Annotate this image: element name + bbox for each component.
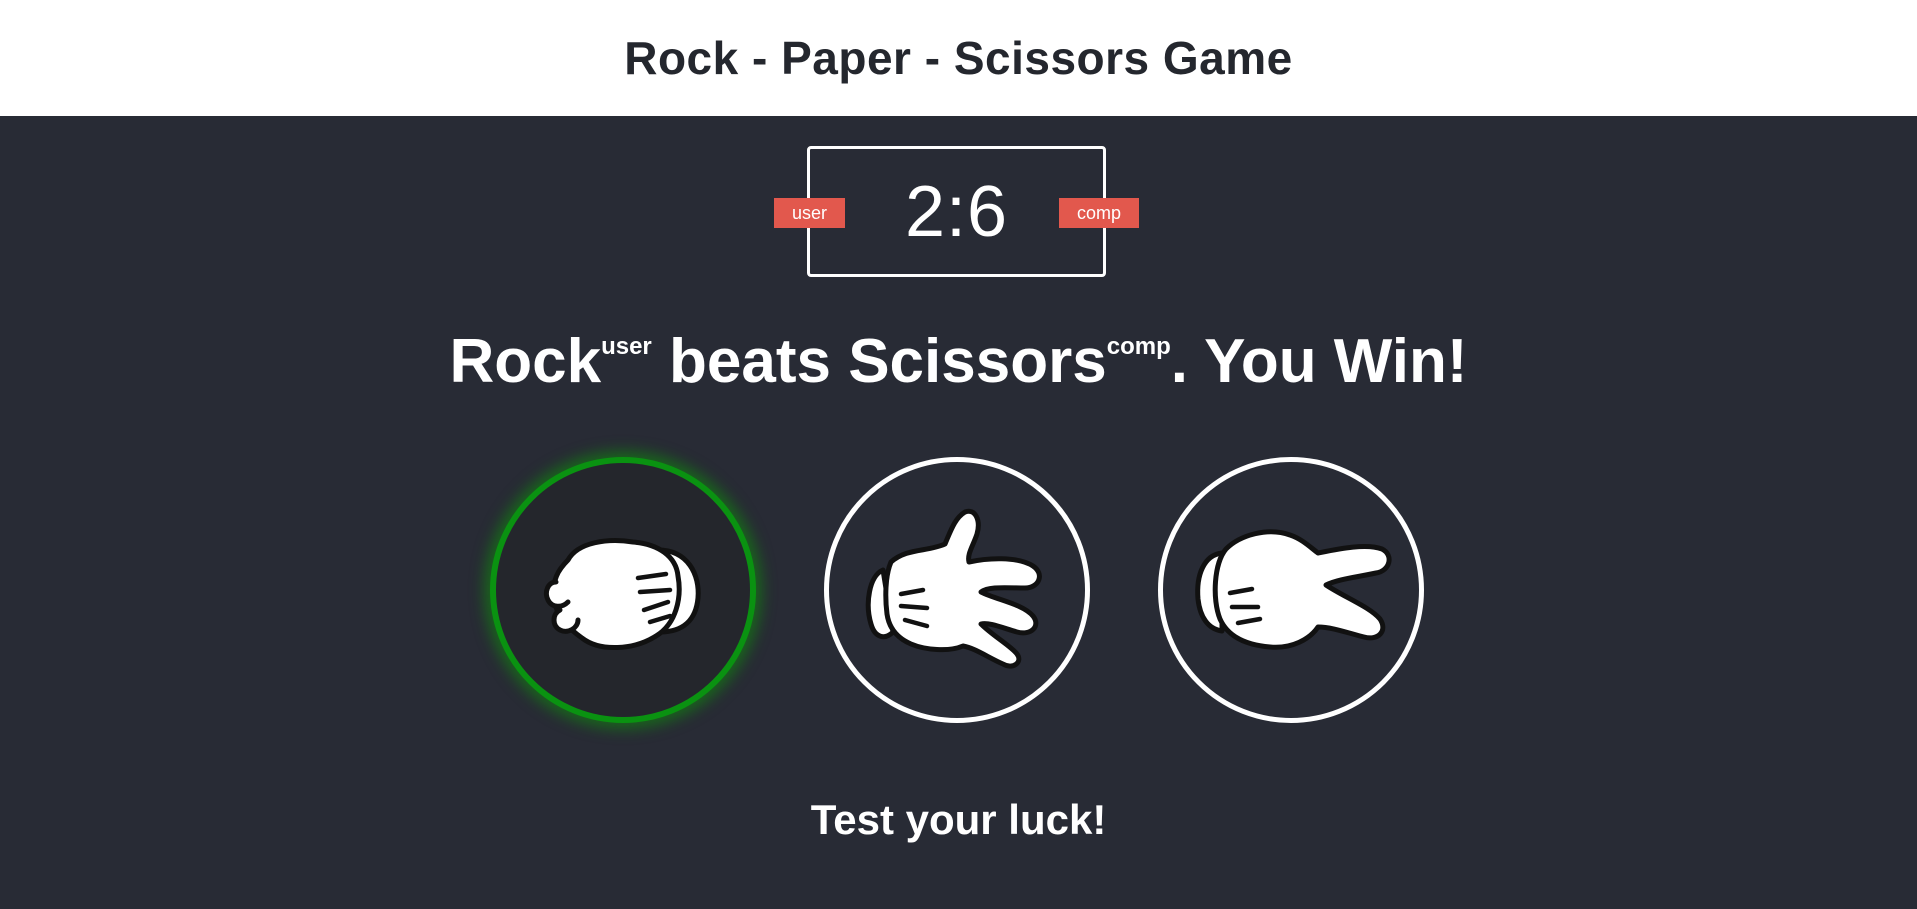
- rock-hand-icon: [543, 538, 701, 650]
- header: Rock - Paper - Scissors Game: [0, 0, 1917, 116]
- result-user-choice: Rock: [449, 327, 602, 396]
- game-area: user 2:6 comp Rockuser beats Scissorscom…: [0, 116, 1917, 909]
- scissors-hand-icon: [1195, 529, 1392, 650]
- result-user-tag: user: [601, 333, 652, 360]
- result-message: Rockuser beats Scissorscomp. You Win!: [0, 312, 1917, 412]
- result-verb: beats: [651, 327, 849, 396]
- scoreboard: user 2:6 comp: [774, 146, 1139, 277]
- score-display: 2:6: [904, 171, 1009, 252]
- scissors-choice-button[interactable]: [1158, 457, 1424, 723]
- page-title: Rock - Paper - Scissors Game: [624, 32, 1293, 84]
- paper-hand-icon: [865, 508, 1042, 669]
- footer-message: Test your luck!: [810, 796, 1107, 843]
- result-comp-tag: comp: [1106, 333, 1171, 360]
- paper-choice-button[interactable]: [824, 457, 1090, 723]
- comp-badge: comp: [1059, 198, 1139, 228]
- rock-choice-button[interactable]: [490, 457, 756, 723]
- result-outcome: . You Win!: [1170, 327, 1468, 396]
- result-comp-choice: Scissors: [848, 327, 1107, 396]
- user-badge: user: [774, 198, 845, 228]
